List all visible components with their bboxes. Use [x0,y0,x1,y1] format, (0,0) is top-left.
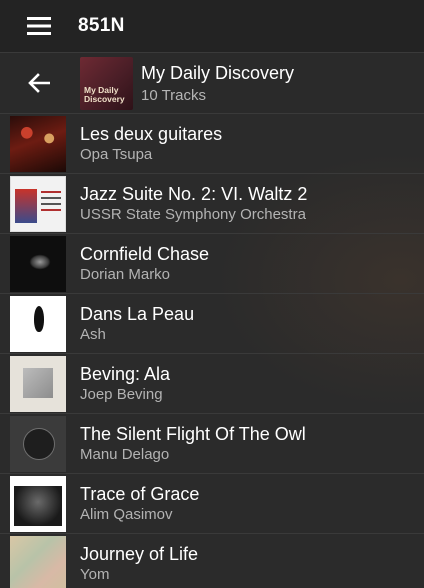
album-art [10,415,66,472]
track-meta: Beving: Ala Joep Beving [80,364,170,404]
track-artist: Opa Tsupa [80,145,153,163]
playlist-info: My Daily Discovery 10 Tracks [141,62,294,104]
track-artist: Yom [80,565,110,583]
playlist-track-count: 10 Tracks [141,87,207,104]
album-art [10,115,66,172]
track-artist: Joep Beving [80,385,163,403]
back-button[interactable] [0,53,78,113]
album-art [10,475,66,532]
track-artist: Alim Qasimov [80,505,173,523]
track-title: Les deux guitares [80,123,223,144]
track-title: Beving: Ala [80,363,171,384]
album-art [10,535,66,588]
track-row[interactable]: Trace of Grace Alim Qasimov [0,474,424,534]
playlist-cover-text: My Daily Discovery [84,84,125,104]
track-row[interactable]: Cornfield Chase Dorian Marko [0,234,424,294]
arrow-left-icon [28,73,50,93]
track-meta: The Silent Flight Of The Owl Manu Delago [80,424,306,464]
track-title: Trace of Grace [80,483,200,504]
track-title: Jazz Suite No. 2: VI. Waltz 2 [80,183,308,204]
track-artist: Ash [80,325,106,343]
track-title: Dans La Peau [80,303,195,324]
playlist-title: My Daily Discovery [141,63,295,83]
menu-button[interactable] [0,0,78,53]
hamburger-menu-icon [27,17,51,35]
track-meta: Trace of Grace Alim Qasimov [80,484,199,524]
track-meta: Dans La Peau Ash [80,304,194,344]
playlist-header: My Daily Discovery My Daily Discovery 10… [0,53,424,114]
track-meta: Les deux guitares Opa Tsupa [80,124,222,164]
album-art [10,295,66,352]
track-meta: Journey of Life Yom [80,544,198,584]
playlist-cover-image: My Daily Discovery [80,56,133,110]
track-meta: Jazz Suite No. 2: VI. Waltz 2 USSR State… [80,184,307,224]
app-root: 851N My Daily Discovery My Daily Discove… [0,0,424,588]
album-art [10,355,66,412]
album-art [10,235,66,292]
track-row[interactable]: Beving: Ala Joep Beving [0,354,424,414]
track-title: Cornfield Chase [80,243,210,264]
track-row[interactable]: Jazz Suite No. 2: VI. Waltz 2 USSR State… [0,174,424,234]
track-meta: Cornfield Chase Dorian Marko [80,244,209,284]
top-app-bar: 851N [0,0,424,53]
track-title: The Silent Flight Of The Owl [80,423,306,444]
app-title: 851N [78,15,125,36]
album-art [10,175,66,232]
track-artist: Manu Delago [80,445,170,463]
track-row[interactable]: Les deux guitares Opa Tsupa [0,114,424,174]
track-row[interactable]: Journey of Life Yom [0,534,424,588]
track-artist: Dorian Marko [80,265,171,283]
track-list: Les deux guitares Opa Tsupa Jazz Suite N… [0,114,424,588]
track-artist: USSR State Symphony Orchestra [80,205,306,223]
track-row[interactable]: Dans La Peau Ash [0,294,424,354]
track-row[interactable]: The Silent Flight Of The Owl Manu Delago [0,414,424,474]
track-title: Journey of Life [80,543,199,564]
